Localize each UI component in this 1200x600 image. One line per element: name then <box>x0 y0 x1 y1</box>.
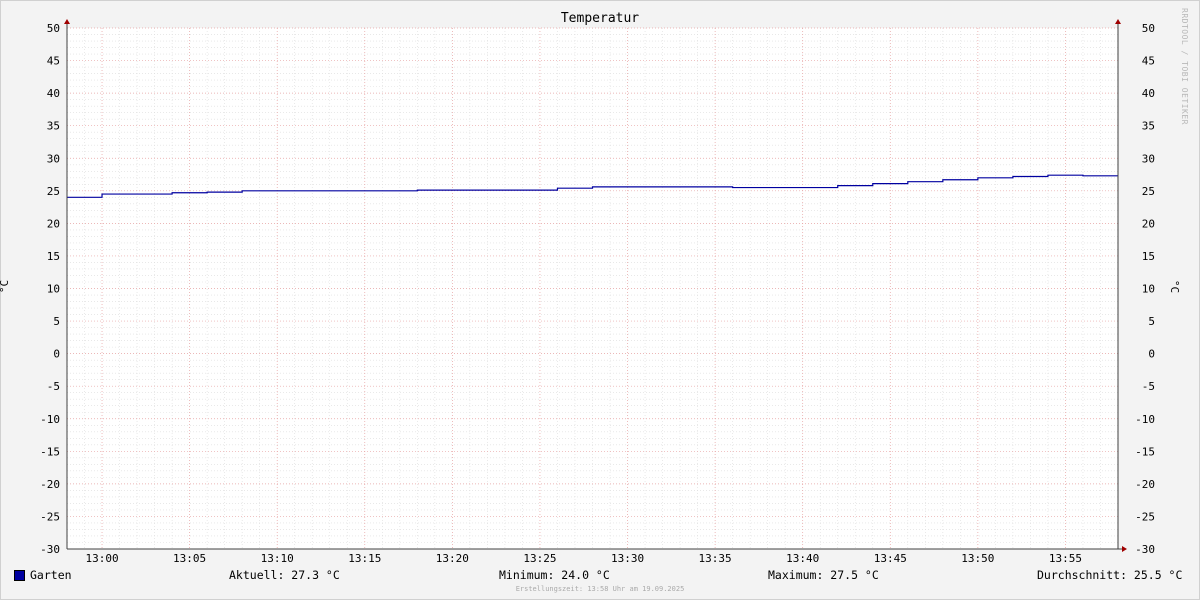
legend-maximum: Maximum: 27.5 °C <box>768 568 879 582</box>
y-tick-label-right: 15 <box>1142 250 1155 263</box>
y-tick-label-right: 30 <box>1142 152 1155 165</box>
y-tick-label-right: -30 <box>1135 543 1155 556</box>
y-tick-label-left: 20 <box>47 217 60 230</box>
y-tick-label-right: -5 <box>1142 380 1155 393</box>
y-tick-label-right: 35 <box>1142 120 1155 133</box>
legend-current: Aktuell: 27.3 °C <box>229 568 340 582</box>
x-tick-label: 13:35 <box>699 552 732 565</box>
x-tick-label: 13:30 <box>611 552 644 565</box>
y-tick-label-left: -10 <box>40 413 60 426</box>
y-tick-label-left: -5 <box>47 380 60 393</box>
y-tick-label-left: -25 <box>40 510 60 523</box>
x-tick-label: 13:20 <box>436 552 469 565</box>
y-tick-label-left: 10 <box>47 283 60 296</box>
y-tick-label-left: -15 <box>40 445 60 458</box>
x-tick-label: 13:50 <box>961 552 994 565</box>
x-tick-label: 13:25 <box>523 552 556 565</box>
y-tick-label-right: 45 <box>1142 55 1155 68</box>
y-tick-label-right: 10 <box>1142 283 1155 296</box>
x-axis-arrow <box>1122 546 1127 552</box>
x-tick-label: 13:10 <box>261 552 294 565</box>
y-tick-label-left: 35 <box>47 120 60 133</box>
x-tick-label: 13:55 <box>1049 552 1082 565</box>
chart-title: Temperatur <box>560 11 640 26</box>
y-tick-label-right: 25 <box>1142 185 1155 198</box>
creation-timestamp: Erstellungszeit: 13:58 Uhr am 19.09.2025 <box>515 585 685 593</box>
legend-average: Durchschnitt: 25.5 °C <box>1037 568 1183 582</box>
y-tick-label-left: -30 <box>40 543 60 556</box>
y-tick-label-right: 5 <box>1148 315 1155 328</box>
x-tick-label: 13:40 <box>786 552 819 565</box>
y-tick-label-left: 30 <box>47 152 60 165</box>
y-tick-label-left: 40 <box>47 87 60 100</box>
y-axis-label-left: °C <box>0 279 12 294</box>
x-tick-label: 13:45 <box>874 552 907 565</box>
legend-series-name: Garten <box>30 568 72 582</box>
y-tick-label-right: 40 <box>1142 87 1155 100</box>
temperature-chart: -30 -30 -25 -25 -20 -20 -15 -15 -10 -10 -5 -5 0 0 5 5 10… <box>40 19 1155 565</box>
y-tick-label-right: -10 <box>1135 413 1155 426</box>
y-tick-label-right: -25 <box>1135 510 1155 523</box>
x-tick-label: 13:00 <box>85 552 118 565</box>
legend-minimum: Minimum: 24.0 °C <box>499 568 610 582</box>
y-tick-label-left: 5 <box>53 315 60 328</box>
y-tick-label-left: 0 <box>53 348 60 361</box>
x-tick-label: 13:15 <box>348 552 381 565</box>
rrdtool-watermark: RRDTOOL / TOBI OETIKER <box>1180 8 1189 125</box>
x-tick-label: 13:05 <box>173 552 206 565</box>
y-tick-label-left: 45 <box>47 55 60 68</box>
legend-swatch-garten <box>14 570 25 581</box>
y-tick-label-left: 25 <box>47 185 60 198</box>
y-tick-label-right: 0 <box>1148 348 1155 361</box>
y-axis-label-right: °C <box>1168 279 1182 294</box>
y-tick-label-right: -15 <box>1135 445 1155 458</box>
y-tick-label-right: -20 <box>1135 478 1155 491</box>
y-tick-label-right: 20 <box>1142 217 1155 230</box>
y-tick-label-left: -20 <box>40 478 60 491</box>
y-tick-label-left: 15 <box>47 250 60 263</box>
